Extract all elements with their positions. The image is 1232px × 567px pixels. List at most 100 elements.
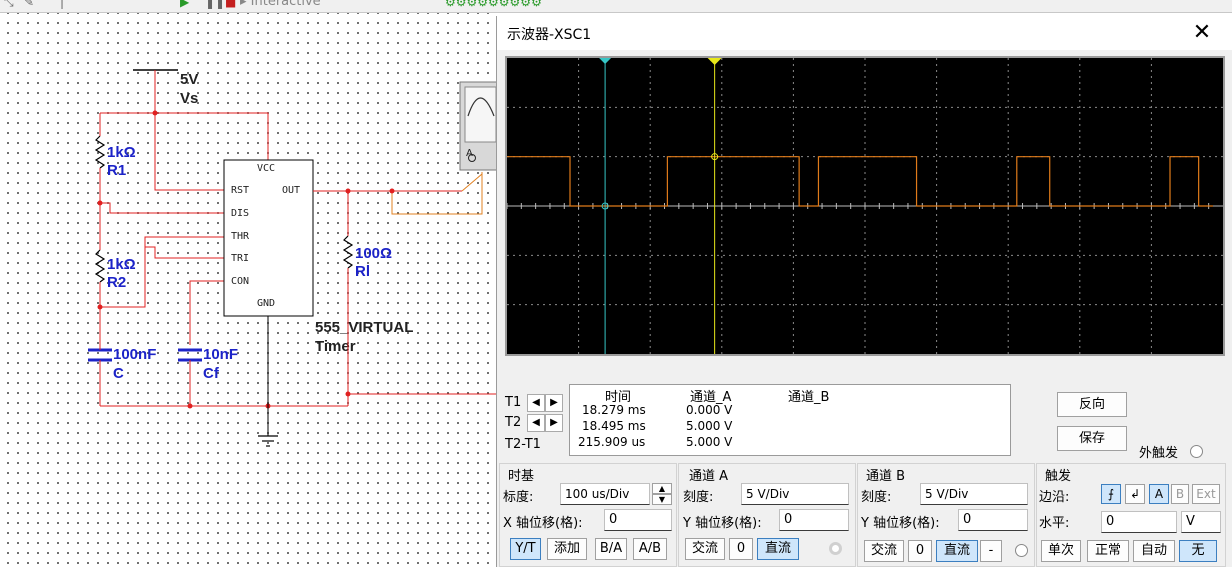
r2-name-label: R2: [107, 274, 126, 291]
channel-b-minus-button[interactable]: -: [980, 540, 1002, 562]
pin-dis-label: DIS: [231, 208, 249, 219]
vs-voltage-label: 5V: [180, 71, 198, 88]
r1-name-label: R1: [107, 162, 126, 179]
pin-con-label: CON: [231, 276, 249, 287]
readout-t1-time: 18.279 ms: [582, 403, 646, 417]
channel-b-zero-button[interactable]: 0: [908, 540, 932, 562]
t2-t1-label: T2-T1: [505, 437, 541, 452]
r2-resistor[interactable]: [94, 249, 106, 283]
readout-t1-a: 0.000 V: [686, 403, 733, 417]
channel-b-scale-field[interactable]: 5 V/Div: [920, 483, 1028, 505]
channel-b-ypos-field[interactable]: 0: [958, 509, 1028, 531]
timebase-xpos-field[interactable]: 0: [604, 509, 672, 531]
falling-edge-icon[interactable]: ↲: [1125, 484, 1145, 504]
pin-thr-label: THR: [231, 231, 250, 242]
channel-a-scale-field[interactable]: 5 V/Div: [741, 483, 849, 505]
channel-a-zero-button[interactable]: 0: [729, 538, 753, 560]
pin-rst-label: RST: [231, 185, 249, 196]
trigger-normal-button[interactable]: 正常: [1087, 540, 1129, 562]
mode-ba-button[interactable]: B/A: [595, 538, 627, 560]
timebase-up-icon[interactable]: ▲: [652, 483, 672, 494]
channel-b-title: 通道 B: [866, 469, 906, 484]
readout-t2-time: 18.495 ms: [582, 419, 646, 433]
trigger-title: 触发: [1045, 469, 1072, 484]
channel-b-ac-button[interactable]: 交流: [864, 540, 904, 562]
pin-gnd-label: GND: [257, 298, 275, 309]
trigger-edge-label: 边沿:: [1039, 490, 1070, 505]
readout-diff-a: 5.000 V: [686, 435, 733, 449]
trigger-level-field[interactable]: 0: [1101, 511, 1177, 533]
mode-yt-button[interactable]: Y/T: [510, 538, 541, 560]
trigger-source-b-button[interactable]: B: [1171, 484, 1189, 504]
channel-a-ypos-field[interactable]: 0: [779, 509, 849, 531]
c-name-label: C: [113, 365, 124, 382]
timebase-scale-field[interactable]: 100 us/Div: [560, 483, 650, 505]
readout-diff-time: 215.909 us: [578, 435, 646, 449]
title-bar[interactable]: 示波器-XSC1 ✕: [497, 16, 1232, 50]
r1-resistor[interactable]: [94, 135, 106, 169]
timebase-section: 时基 标度: 100 us/Div ▲ ▼ X 轴位移(格): 0 Y/T 添加…: [499, 463, 677, 567]
ext-trigger-radio[interactable]: [1190, 445, 1203, 458]
close-icon[interactable]: ✕: [1189, 20, 1215, 46]
channel-b-section: 通道 B 刻度: 5 V/Div Y 轴位移(格): 0 交流 0 直流 -: [857, 463, 1035, 567]
r1-value-label: 1kΩ: [107, 144, 136, 161]
t1-right-arrow-icon[interactable]: ▶: [545, 394, 563, 412]
measurement-readout: 时间 通道_A 通道_B 18.279 ms 0.000 V 18.495 ms…: [569, 384, 1011, 456]
readout-header-b: 通道_B: [788, 390, 830, 405]
channel-b-scale-label: 刻度:: [861, 490, 892, 505]
readout-t2-a: 5.000 V: [686, 419, 733, 433]
trigger-source-a-button[interactable]: A: [1149, 484, 1169, 504]
channel-b-ypos-label: Y 轴位移(格):: [861, 516, 940, 531]
rising-edge-icon[interactable]: ⨍: [1101, 484, 1121, 504]
cursor-controls: T1 ◀ ▶ T2 ◀ ▶ T2-T1: [503, 384, 565, 452]
t1-left-arrow-icon[interactable]: ◀: [527, 394, 545, 412]
timebase-scale-label: 标度:: [503, 490, 534, 505]
cf-value-label: 10nF: [203, 346, 238, 363]
rl-name-label: Rl: [355, 263, 370, 280]
circuit-diagram: 5V Vs 1kΩ R1 1kΩ R2 100nF C 10nF Cf VCC …: [88, 69, 496, 447]
channel-b-radio[interactable]: [1015, 544, 1028, 557]
cursor-t2-marker: [707, 58, 722, 65]
rl-value-label: 100Ω: [355, 245, 392, 262]
timebase-xpos-label: X 轴位移(格):: [503, 516, 583, 531]
probe-a-label: A: [466, 148, 473, 159]
timebase-down-icon[interactable]: ▼: [652, 494, 672, 505]
channel-a-ypos-label: Y 轴位移(格):: [683, 516, 762, 531]
channel-b-dc-button[interactable]: 直流: [936, 540, 978, 562]
cursor-t1-marker: [599, 58, 612, 64]
trigger-single-button[interactable]: 单次: [1041, 540, 1081, 562]
channel-a-dc-button[interactable]: 直流: [757, 538, 799, 560]
t2-left-arrow-icon[interactable]: ◀: [527, 414, 545, 432]
trigger-section: 触发 边沿: ⨍ ↲ A B Ext 水平: 0 V 单次 正常 自动 无: [1036, 463, 1226, 567]
scope-display: [506, 58, 1223, 354]
channel-a-section: 通道 A 刻度: 5 V/Div Y 轴位移(格): 0 交流 0 直流: [678, 463, 856, 567]
schematic-canvas[interactable]: 5V Vs 1kΩ R1 1kΩ R2 100nF C 10nF Cf VCC …: [0, 13, 496, 567]
scope-screen[interactable]: [505, 56, 1225, 356]
timer-type-label: Timer: [315, 338, 356, 355]
ext-trigger-label: 外触发: [1139, 446, 1179, 461]
timebase-title: 时基: [508, 469, 535, 484]
pin-vcc-label: VCC: [257, 163, 275, 174]
t2-label: T2: [505, 415, 522, 430]
reverse-button[interactable]: 反向: [1057, 392, 1127, 417]
channel-a-ac-button[interactable]: 交流: [685, 538, 725, 560]
channel-a-radio[interactable]: [829, 542, 842, 555]
channel-a-title: 通道 A: [689, 469, 729, 484]
t2-right-arrow-icon[interactable]: ▶: [545, 414, 563, 432]
trigger-auto-button[interactable]: 自动: [1133, 540, 1175, 562]
rl-resistor[interactable]: [342, 235, 354, 269]
mode-ab-button[interactable]: A/B: [633, 538, 667, 560]
window-title: 示波器-XSC1: [507, 27, 592, 43]
t1-label: T1: [505, 395, 522, 410]
trigger-level-unit[interactable]: V: [1181, 511, 1221, 533]
mode-add-button[interactable]: 添加: [547, 538, 587, 560]
timer-name-label: 555_VIRTUAL: [315, 319, 413, 336]
c-value-label: 100nF: [113, 346, 156, 363]
pin-out-label: OUT: [282, 185, 300, 196]
trigger-none-button[interactable]: 无: [1179, 540, 1217, 562]
channel-a-scale-label: 刻度:: [683, 490, 714, 505]
channel-a-trace: [507, 156, 1213, 207]
save-button[interactable]: 保存: [1057, 426, 1127, 451]
trigger-source-ext-button[interactable]: Ext: [1192, 484, 1220, 504]
oscilloscope-window: 示波器-XSC1 ✕ T1 ◀ ▶ T2 ◀ ▶ T2-T1 时间 通道_A 通…: [496, 16, 1232, 567]
